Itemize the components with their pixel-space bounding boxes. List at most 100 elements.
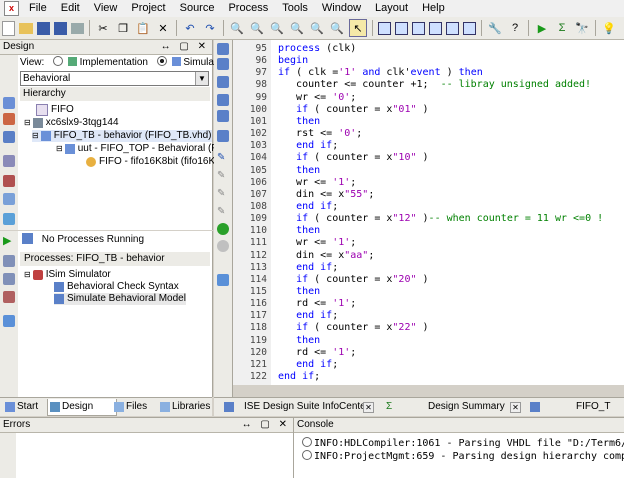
code-line[interactable]: if ( clk ='1' and clk'event ) then [278, 67, 483, 79]
menu-process[interactable]: Process [221, 0, 275, 17]
code-line[interactable]: if ( counter = x"22" ) [278, 322, 428, 334]
code-line[interactable]: end if; [278, 359, 338, 371]
save-all-icon[interactable] [54, 21, 67, 35]
zoom-in-icon[interactable]: 🔍 [229, 20, 245, 36]
code-line[interactable]: rd <= '1'; [278, 347, 356, 359]
window-tile-icon[interactable] [378, 21, 391, 35]
tree-item[interactable]: FIFO [36, 104, 74, 116]
window-vertical-icon[interactable] [412, 21, 425, 35]
cut-icon[interactable]: ✂ [95, 20, 111, 36]
select-tool-icon[interactable]: ↖ [349, 19, 367, 37]
menu-project[interactable]: Project [124, 0, 172, 17]
properties-icon[interactable] [3, 155, 15, 167]
print-icon[interactable] [71, 22, 84, 34]
process-properties-icon[interactable] [3, 315, 15, 327]
tools-icon[interactable]: 🔧 [487, 20, 503, 36]
code-line[interactable]: end if; [278, 140, 338, 152]
help-context-icon[interactable]: ? [507, 20, 523, 36]
close-icon[interactable]: ✕ [510, 402, 521, 413]
window-horizontal-icon[interactable] [395, 21, 408, 35]
zoom-full-icon[interactable]: 🔍 [309, 20, 325, 36]
find-icon[interactable] [3, 193, 15, 205]
tree-item[interactable]: ⊟ uut - FIFO_TOP - Behavioral (FI [56, 143, 220, 155]
tab-design[interactable]: Design [47, 399, 117, 416]
zoom-select-icon[interactable]: 🔍 [329, 20, 345, 36]
code-line[interactable]: then [278, 116, 320, 128]
code-line[interactable]: then [278, 165, 320, 177]
menu-file[interactable]: File [22, 0, 54, 17]
lightbulb-icon[interactable]: 💡 [601, 20, 617, 36]
add-source-icon[interactable] [3, 97, 15, 109]
collapse-icon[interactable]: ⊟ [24, 117, 31, 129]
code-line[interactable]: if ( counter = x"01" ) [278, 104, 428, 116]
code-line[interactable]: end if; [278, 201, 338, 213]
code-line[interactable]: din <= x"55"; [278, 189, 374, 201]
process-item[interactable]: Behavioral Check Syntax [54, 281, 179, 293]
menu-view[interactable]: View [87, 0, 125, 17]
telescope-icon[interactable]: 🔭 [574, 20, 590, 36]
tab-fifo-tb[interactable]: FIFO_T [526, 399, 624, 415]
code-editor[interactable]: 95 process (clk) 96 begin 97 if ( clk ='1' an… [233, 40, 624, 385]
window-list-icon[interactable] [463, 21, 476, 35]
editor-tool-icon[interactable] [217, 58, 229, 70]
rerun-all-icon[interactable] [3, 273, 15, 285]
code-line[interactable]: wr <= '1'; [278, 177, 356, 189]
undo-icon[interactable]: ↶ [182, 20, 198, 36]
collapse-icon[interactable]: ⊟ [56, 143, 63, 155]
code-line[interactable]: if ( counter = x"10" ) [278, 152, 428, 164]
bookmark-icon[interactable]: ✎ [217, 152, 229, 164]
code-line[interactable]: end if; [278, 310, 338, 322]
editor-tool-icon[interactable] [217, 274, 229, 286]
menu-source[interactable]: Source [173, 0, 222, 17]
behavioral-dropdown[interactable]: Behavioral ▼ [20, 71, 209, 86]
zoom-out-icon[interactable]: 🔍 [249, 20, 265, 36]
copy-icon[interactable]: ❐ [115, 20, 131, 36]
zoom-fit-icon[interactable]: 🔍 [269, 20, 285, 36]
process-item[interactable]: Simulate Behavioral Model [54, 293, 186, 305]
panel-controls[interactable]: ↔ ▢ ✕ [161, 40, 209, 54]
menu-edit[interactable]: Edit [54, 0, 87, 17]
tree-item[interactable]: ⊟ FIFO_TB - behavior (FIFO_TB.vhd) [32, 130, 212, 142]
editor-tool-icon[interactable] [217, 94, 229, 106]
code-line[interactable]: if ( counter = x"12" )-- when counter = … [278, 213, 603, 225]
run-process-icon[interactable]: ▶ [3, 235, 15, 247]
editor-tool-icon[interactable] [217, 76, 229, 88]
hierarchy-icon[interactable] [3, 213, 15, 225]
code-line[interactable]: din <= x"aa"; [278, 250, 374, 262]
view-option-implementation[interactable]: Implementation [80, 57, 148, 68]
code-line[interactable]: end if; [278, 262, 338, 274]
code-line[interactable]: counter <= counter +1; -- libray unsigne… [278, 79, 591, 91]
new-file-icon[interactable] [2, 20, 15, 36]
redo-icon[interactable]: ↷ [202, 20, 218, 36]
editor-tool-icon[interactable] [217, 130, 229, 142]
remove-icon[interactable] [3, 175, 15, 187]
menu-help[interactable]: Help [415, 0, 452, 17]
view-hdl-icon[interactable] [3, 131, 15, 143]
delete-icon[interactable]: ✕ [155, 20, 171, 36]
code-line[interactable]: process (clk) [278, 43, 356, 55]
zoom-area-icon[interactable]: 🔍 [289, 20, 305, 36]
window-restore-icon[interactable] [446, 21, 459, 35]
collapse-icon[interactable]: ⊟ [24, 269, 31, 281]
bookmark-clear-icon[interactable]: ✎ [217, 206, 229, 218]
rerun-icon[interactable] [3, 255, 15, 267]
code-line[interactable]: wr <= '1'; [278, 237, 356, 249]
editor-tool-icon[interactable] [217, 110, 229, 122]
add-copy-icon[interactable] [3, 113, 15, 125]
code-line[interactable]: rd <= '1'; [278, 298, 356, 310]
bookmark-next-icon[interactable]: ✎ [217, 188, 229, 200]
menu-tools[interactable]: Tools [275, 0, 315, 17]
collapse-icon[interactable]: ⊟ [32, 130, 39, 142]
save-icon[interactable] [37, 21, 50, 35]
tree-item[interactable]: ⊟ xc6slx9-3tqg144 [24, 117, 119, 129]
open-folder-icon[interactable] [19, 22, 33, 34]
panel-controls[interactable]: ↔ ▢ ✕ [242, 418, 290, 432]
sigma-icon[interactable]: Σ [554, 20, 570, 36]
code-line[interactable]: end if; [278, 371, 320, 383]
bookmark-prev-icon[interactable]: ✎ [217, 170, 229, 182]
tree-item[interactable]: FIFO - fifo16K8bit (fifo16K8 [86, 156, 221, 168]
code-line[interactable]: then [278, 225, 320, 237]
radio-implementation[interactable] [53, 56, 64, 66]
goto-disabled-icon[interactable] [217, 240, 229, 252]
code-line[interactable]: rst <= '0'; [278, 128, 362, 140]
